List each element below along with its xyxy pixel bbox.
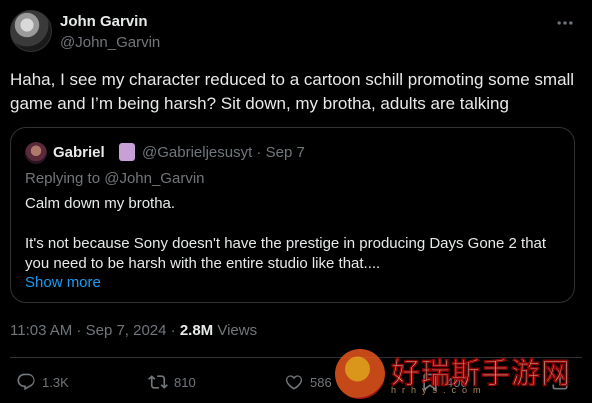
views-count: 2.8M [179, 322, 214, 339]
reply-count: 1.3K [42, 374, 69, 390]
reply-button[interactable]: 1.3K [16, 370, 69, 394]
quote-avatar[interactable] [25, 142, 47, 164]
timestamp[interactable]: 11:03 AM · Sep 7, 2024 · [10, 322, 180, 339]
quote-body: Calm down my brotha. It's not because So… [25, 194, 565, 274]
tweet-meta: 11:03 AM · Sep 7, 2024 · 2.8M Views [10, 322, 257, 339]
reply-bubble-icon [17, 373, 35, 391]
author-name[interactable]: John Garvin [60, 13, 148, 30]
watermark-url: hrhys.com [391, 385, 487, 395]
quote-body-line: It's not because Sony doesn't have the p… [25, 235, 547, 272]
site-watermark: 好瑞斯手游网 hrhys.com [333, 345, 585, 403]
tweet: John Garvin @John_Garvin Haha, I see my … [0, 0, 592, 403]
quoted-tweet[interactable]: Gabriel @Gabrieljesusyt · Sep 7 Replying… [10, 127, 575, 303]
more-button[interactable] [554, 12, 576, 34]
views-label: Views [213, 322, 258, 339]
like-button[interactable]: 586 [284, 370, 332, 394]
watermark-logo-icon [335, 349, 385, 399]
like-count: 586 [310, 374, 332, 390]
repost-icon [148, 375, 168, 389]
author-avatar[interactable] [10, 10, 52, 52]
quote-badge-icon [119, 143, 135, 161]
author-handle[interactable]: @John_Garvin [60, 34, 160, 51]
show-more-link[interactable]: Show more [25, 274, 101, 291]
tweet-text: Haha, I see my character reduced to a ca… [10, 70, 575, 113]
replying-to: Replying to @John_Garvin [25, 170, 205, 187]
quote-author-name: Gabriel [53, 144, 105, 161]
repost-button[interactable]: 810 [148, 370, 196, 394]
quote-handle-date: @Gabrieljesusyt · Sep 7 [142, 144, 305, 161]
more-horizontal-icon [557, 21, 573, 25]
repost-count: 810 [174, 374, 196, 390]
heart-icon [285, 375, 303, 390]
quote-body-line: Calm down my brotha. [25, 195, 176, 212]
